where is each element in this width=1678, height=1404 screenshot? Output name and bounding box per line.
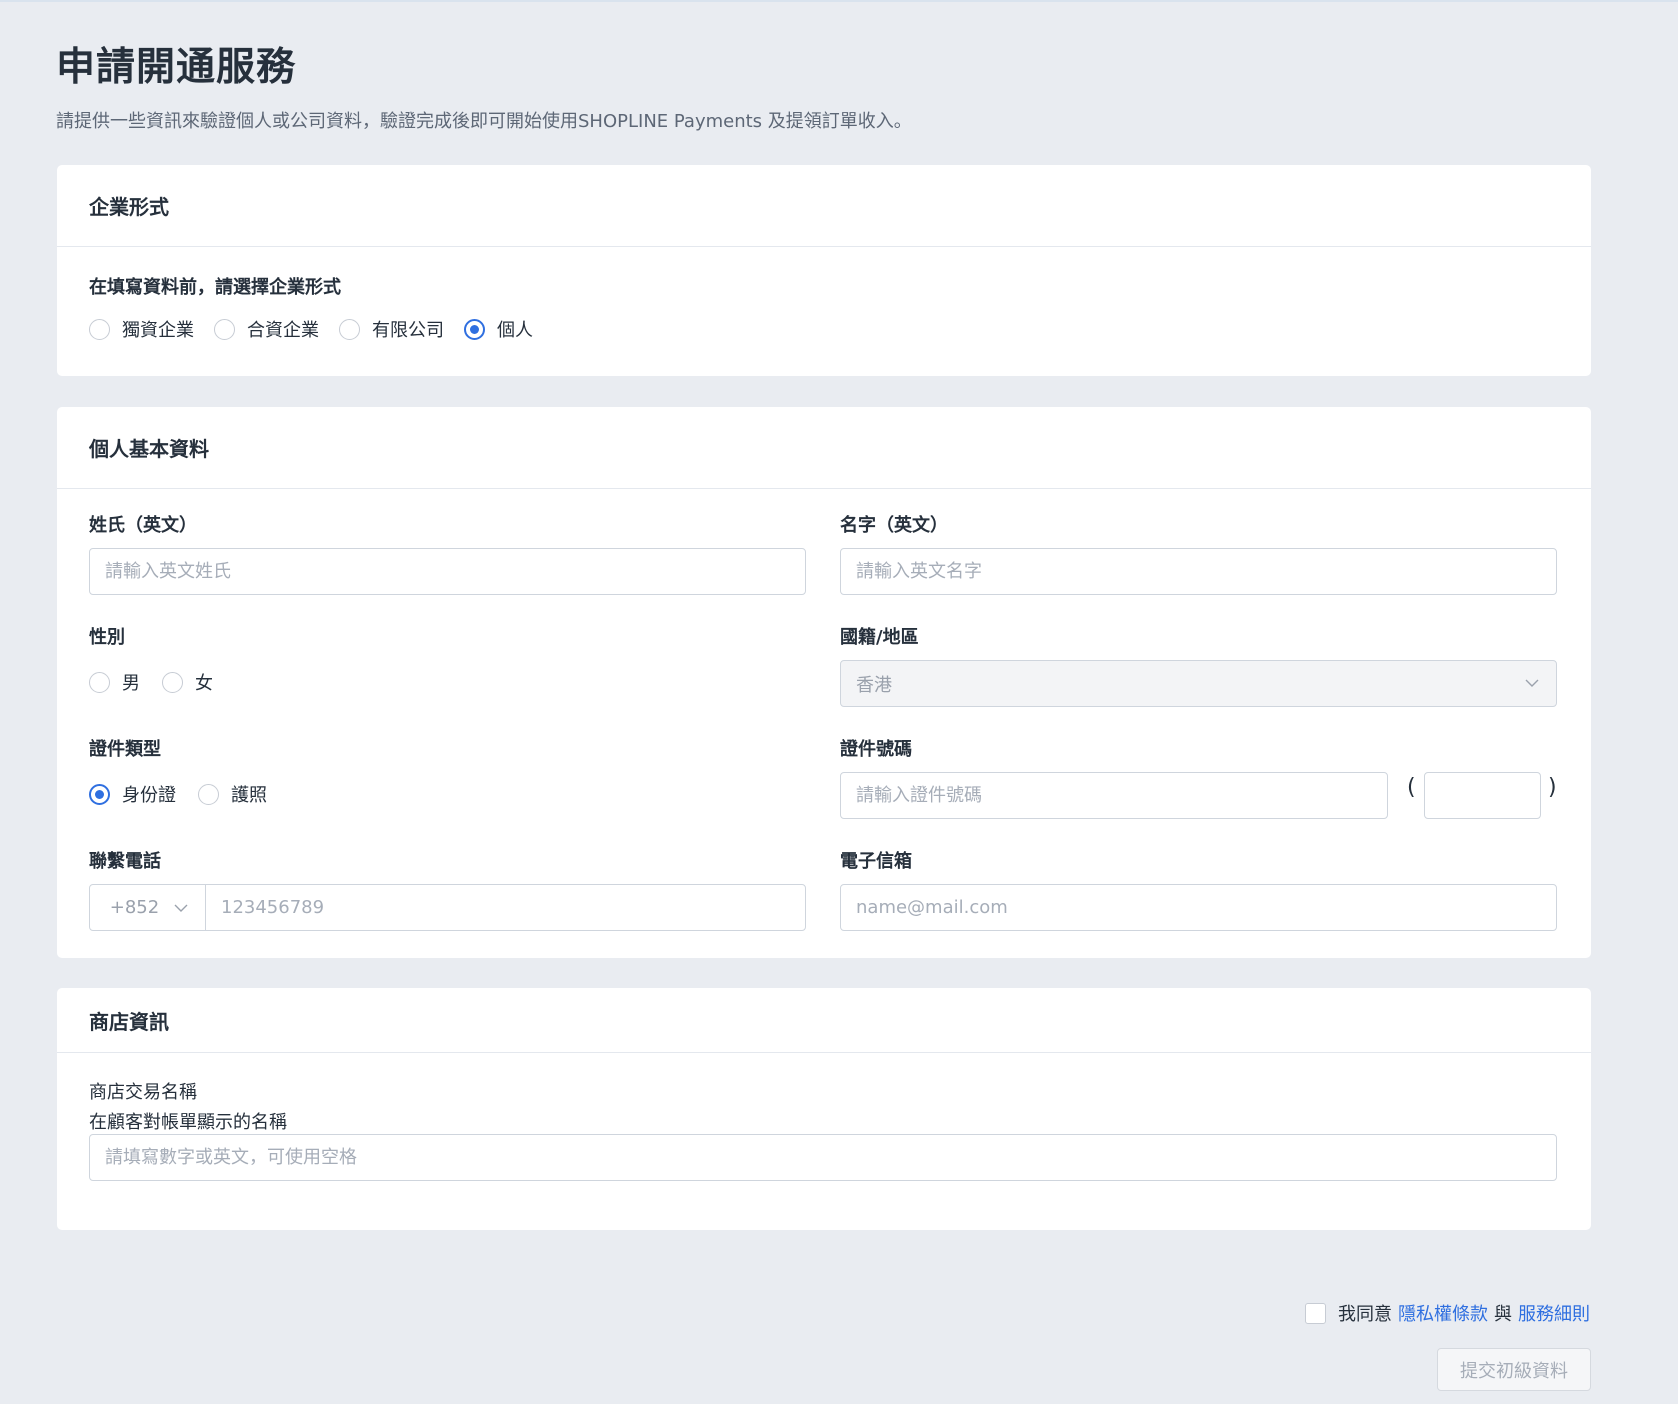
radio-sole-proprietorship[interactable]: 獨資企業 xyxy=(89,316,194,342)
business-type-card: 企業形式 在填寫資料前，請選擇企業形式 獨資企業 合資企業 有限公司 個人 xyxy=(57,165,1591,376)
shop-name-label: 商店交易名稱 xyxy=(89,1082,197,1103)
id-number-label: 證件號碼 xyxy=(840,739,912,760)
personal-info-header: 個人基本資料 xyxy=(57,407,1591,489)
submit-button[interactable]: 提交初級資料 xyxy=(1437,1348,1591,1391)
agree-and: 與 xyxy=(1494,1304,1512,1325)
radio-circle[interactable] xyxy=(89,671,110,693)
top-border xyxy=(0,0,1678,2)
radio-partnership[interactable]: 合資企業 xyxy=(214,316,319,342)
chevron-down-icon xyxy=(1525,679,1539,687)
radio-passport[interactable]: 護照 xyxy=(198,781,267,807)
radio-id-card[interactable]: 身份證 xyxy=(89,781,176,807)
radio-label: 合資企業 xyxy=(247,320,319,341)
phone-field: +852 xyxy=(89,884,806,931)
nationality-label: 國籍/地區 xyxy=(840,627,919,648)
terms-of-service-link[interactable]: 服務細則 xyxy=(1518,1300,1590,1326)
id-number-input[interactable] xyxy=(840,772,1388,819)
radio-label: 身份證 xyxy=(122,785,176,806)
shop-info-card: 商店資訊 商店交易名稱 在顧客對帳單顯示的名稱 xyxy=(57,988,1591,1230)
gender-label: 性別 xyxy=(89,627,125,648)
radio-circle-checked[interactable] xyxy=(89,783,110,805)
shop-name-input[interactable] xyxy=(89,1134,1557,1181)
radio-circle[interactable] xyxy=(339,318,360,340)
id-check-digit-input[interactable] xyxy=(1424,772,1541,819)
country-code-select[interactable]: +852 xyxy=(90,885,206,930)
radio-circle[interactable] xyxy=(89,318,110,340)
agree-checkbox[interactable] xyxy=(1305,1302,1326,1324)
radio-male[interactable]: 男 xyxy=(89,669,140,695)
first-name-input[interactable] xyxy=(840,548,1557,595)
radio-female[interactable]: 女 xyxy=(162,669,213,695)
shop-info-header: 商店資訊 xyxy=(57,988,1591,1053)
personal-info-card: 個人基本資料 姓氏（英文） 名字（英文） 性別 男 女 國籍/地區 香港 證件類… xyxy=(57,407,1591,958)
business-type-radio-group: 獨資企業 合資企業 有限公司 個人 xyxy=(89,316,553,342)
radio-circle[interactable] xyxy=(214,318,235,340)
radio-circle[interactable] xyxy=(162,671,183,693)
agreement-row: 我同意 隱私權條款 與 服務細則 xyxy=(1305,1300,1590,1326)
shop-name-hint: 在顧客對帳單顯示的名稱 xyxy=(89,1112,287,1133)
radio-label: 獨資企業 xyxy=(122,320,194,341)
chevron-down-icon xyxy=(174,904,188,912)
radio-label: 男 xyxy=(122,673,140,694)
nationality-value: 香港 xyxy=(856,674,892,696)
radio-circle-checked[interactable] xyxy=(464,318,485,340)
radio-label: 個人 xyxy=(497,320,533,341)
business-type-header: 企業形式 xyxy=(57,165,1591,247)
radio-label: 女 xyxy=(195,673,213,694)
radio-label: 有限公司 xyxy=(372,320,444,341)
gender-radio-group: 男 女 xyxy=(89,669,233,695)
close-paren: ) xyxy=(1548,775,1557,800)
open-paren: ( xyxy=(1407,775,1416,800)
radio-circle[interactable] xyxy=(198,783,219,805)
nationality-select[interactable]: 香港 xyxy=(840,660,1557,707)
page-description: 請提供一些資訊來驗證個人或公司資料，驗證完成後即可開始使用SHOPLINE Pa… xyxy=(56,111,912,132)
radio-individual[interactable]: 個人 xyxy=(464,316,533,342)
radio-label: 護照 xyxy=(231,785,267,806)
email-label: 電子信箱 xyxy=(840,851,912,872)
phone-input[interactable] xyxy=(206,885,805,930)
last-name-input[interactable] xyxy=(89,548,806,595)
country-code-value: +852 xyxy=(109,897,160,918)
radio-limited-company[interactable]: 有限公司 xyxy=(339,316,444,342)
phone-label: 聯繫電話 xyxy=(89,851,161,872)
business-type-prompt: 在填寫資料前，請選擇企業形式 xyxy=(89,277,341,298)
email-input[interactable] xyxy=(840,884,1557,931)
page-title: 申請開通服務 xyxy=(56,45,297,90)
privacy-policy-link[interactable]: 隱私權條款 xyxy=(1398,1300,1488,1326)
agree-prefix: 我同意 xyxy=(1338,1304,1392,1325)
first-name-label: 名字（英文） xyxy=(840,515,948,536)
id-type-radio-group: 身份證 護照 xyxy=(89,781,287,807)
last-name-label: 姓氏（英文） xyxy=(89,515,197,536)
id-type-label: 證件類型 xyxy=(89,739,161,760)
